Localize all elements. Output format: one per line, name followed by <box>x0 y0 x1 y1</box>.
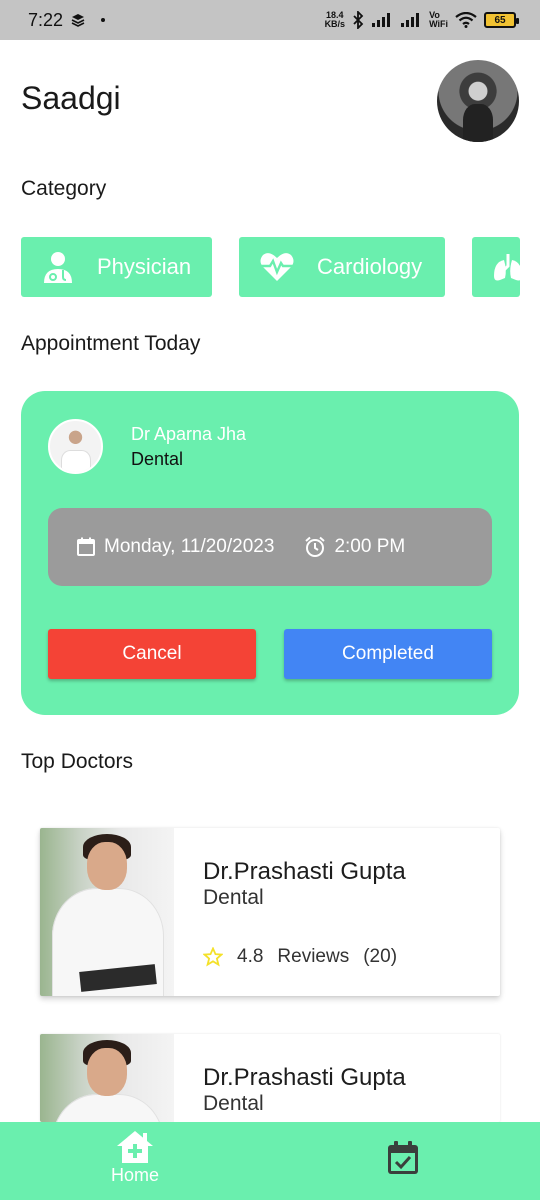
category-physician[interactable]: Physician <box>21 237 212 297</box>
vowifi-indicator: Vo WiFi <box>429 10 448 29</box>
appointment-time: 2:00 PM <box>334 536 406 557</box>
doctor-card[interactable]: Dr.Prashasti Gupta Dental <box>40 1034 500 1122</box>
battery-level: 65 <box>494 14 506 26</box>
appointment-date: Monday, 11/20/2023 <box>104 536 275 557</box>
battery-icon: 65 <box>484 12 519 28</box>
alarm-clock-icon <box>305 536 326 557</box>
nav-home[interactable]: Home <box>100 1130 170 1186</box>
home-plus-icon <box>117 1131 153 1163</box>
doctor-photo <box>40 1034 174 1122</box>
signal-icon-2 <box>401 13 420 27</box>
network-speed: 18.4 KB/s <box>324 10 346 29</box>
doctor-name: Dr Aparna Jha <box>131 424 247 444</box>
completed-button[interactable]: Completed <box>284 629 492 679</box>
nav-home-label: Home <box>110 1165 159 1185</box>
layers-icon <box>71 14 85 27</box>
star-icon <box>203 947 223 967</box>
doctor-card-specialty: Dental <box>203 886 264 909</box>
doctor-icon <box>44 252 72 283</box>
status-time: 7:22 <box>28 9 64 30</box>
signal-icon <box>372 13 391 27</box>
notification-dot-icon <box>101 18 106 22</box>
bluetooth-icon <box>353 11 364 29</box>
doctor-photo <box>40 828 174 996</box>
bottom-nav: Home <box>0 1122 540 1200</box>
nav-appointments[interactable] <box>386 1140 420 1181</box>
category-cardiology[interactable]: Cardiology <box>239 237 445 297</box>
reviews-label: Reviews <box>277 946 350 967</box>
rating-row: 4.8 Reviews (20) <box>203 946 397 968</box>
doctor-card[interactable]: Dr.Prashasti Gupta Dental 4.8 Reviews (2… <box>40 828 500 996</box>
cancel-button[interactable]: Cancel <box>48 629 256 679</box>
reviews-count: (20) <box>363 946 398 967</box>
profile-avatar[interactable] <box>437 60 519 142</box>
wifi-icon <box>455 12 477 28</box>
doctor-specialty: Dental <box>131 449 184 469</box>
calendar-icon <box>77 537 95 556</box>
appointment-heading: Appointment Today <box>21 332 201 355</box>
heartbeat-icon <box>260 253 294 281</box>
doctor-card-name: Dr.Prashasti Gupta <box>203 1064 406 1091</box>
category-label: Cardiology <box>317 254 423 279</box>
category-pulmonology[interactable] <box>472 237 520 297</box>
lungs-icon <box>494 254 520 281</box>
doctor-card-specialty: Dental <box>203 1092 264 1115</box>
doctor-avatar <box>48 419 103 474</box>
page-title: Saadgi <box>21 80 121 116</box>
status-bar: 7:22 18.4 KB/s Vo WiFi 65 <box>0 0 540 40</box>
doctor-card-name: Dr.Prashasti Gupta <box>203 858 406 885</box>
doctor-rating: 4.8 <box>237 946 264 967</box>
top-doctors-heading: Top Doctors <box>21 750 134 773</box>
appointment-card: Dr Aparna Jha Dental Monday, 11/20/2023 … <box>21 391 519 715</box>
category-heading: Category <box>21 177 107 200</box>
category-label: Physician <box>97 254 192 279</box>
calendar-check-icon <box>388 1141 418 1174</box>
appointment-datetime: Monday, 11/20/2023 2:00 PM <box>48 508 492 586</box>
